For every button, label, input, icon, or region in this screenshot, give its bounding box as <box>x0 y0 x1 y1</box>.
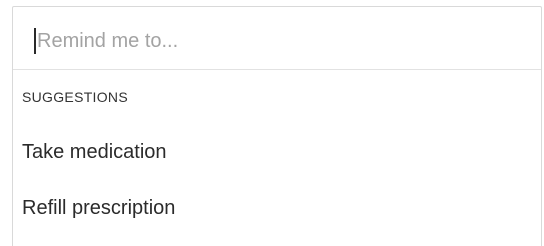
reminder-input-row <box>13 7 541 70</box>
text-cursor <box>34 28 36 54</box>
suggestion-item-refill-prescription[interactable]: Refill prescription <box>22 197 502 220</box>
reminder-input[interactable] <box>37 21 517 61</box>
suggestions-header: SUGGESTIONS <box>22 89 128 105</box>
suggestion-item-take-medication[interactable]: Take medication <box>22 141 502 164</box>
